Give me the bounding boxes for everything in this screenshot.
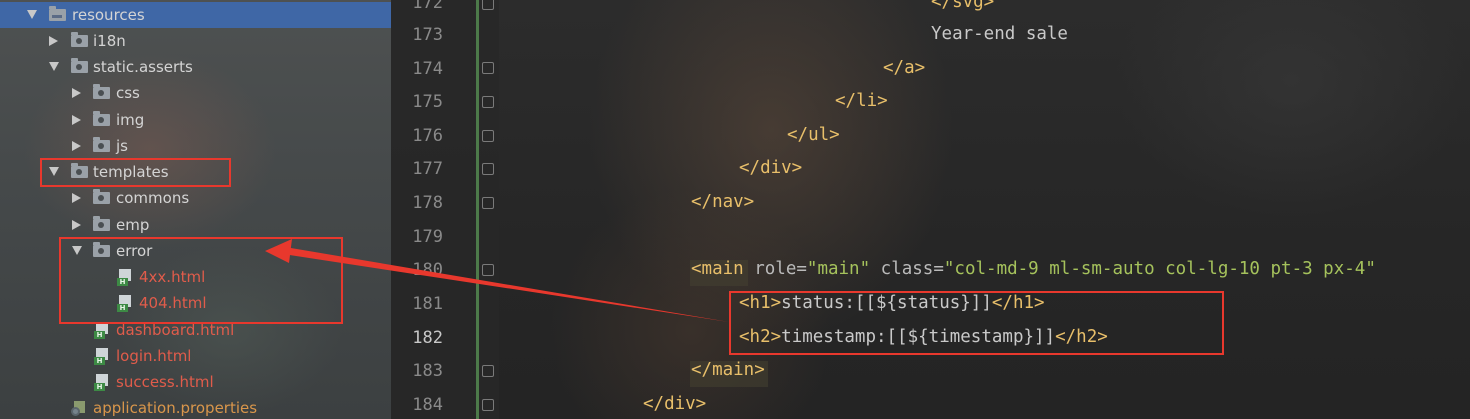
chevron-right-icon[interactable]: [72, 220, 81, 230]
tree-item-js[interactable]: js: [0, 133, 391, 159]
fold-marker-icon[interactable]: [482, 0, 494, 10]
code-line-172: </svg>: [931, 0, 995, 12]
tree-item-label: static.asserts: [93, 58, 193, 76]
tree-item-css[interactable]: css: [0, 80, 391, 106]
fold-marker-icon[interactable]: [482, 197, 494, 209]
attr-class-value: "col-md-9 ml-sm-auto col-lg-10 pt-3 px-4…: [943, 259, 1376, 279]
fold-marker-icon[interactable]: [482, 96, 494, 108]
properties-file-icon: [71, 401, 87, 416]
tree-item-static-asserts[interactable]: static.asserts: [0, 54, 391, 80]
line-number: 174: [412, 59, 443, 79]
code-line-177: </div>: [739, 158, 803, 178]
code-line-176: </ul>: [787, 125, 840, 145]
code-line-183: </main>: [691, 360, 765, 380]
fold-marker-icon[interactable]: [482, 365, 494, 377]
folder-icon: [71, 32, 88, 47]
tree-item-label: application.properties: [93, 399, 258, 417]
tree-item-success-html[interactable]: H success.html: [0, 369, 391, 395]
line-number: 175: [412, 92, 443, 112]
tree-item-label: i18n: [93, 32, 126, 50]
tree-item-emp[interactable]: emp: [0, 212, 391, 238]
code-line-178: </nav>: [691, 192, 755, 212]
annotation-box-templates: [40, 158, 231, 187]
fold-marker-icon[interactable]: [482, 130, 494, 142]
html-file-icon: H: [94, 374, 110, 391]
line-number: 180: [412, 260, 443, 280]
code-line-175: </li>: [835, 91, 888, 111]
folder-icon: [93, 216, 110, 231]
tree-item-commons[interactable]: commons: [0, 185, 391, 211]
resources-folder-icon: [49, 6, 66, 21]
tree-item-label: success.html: [116, 373, 214, 391]
tree-item-label: commons: [116, 189, 190, 207]
chevron-right-icon[interactable]: [72, 115, 81, 125]
code-line-174: </a>: [883, 58, 926, 78]
fold-marker-icon[interactable]: [482, 264, 494, 276]
chevron-right-icon[interactable]: [72, 88, 81, 98]
tree-item-label: css: [116, 84, 140, 102]
folder-icon: [93, 189, 110, 204]
folder-icon: [93, 84, 110, 99]
chevron-right-icon[interactable]: [72, 193, 81, 203]
attr-role: role=: [743, 259, 807, 279]
line-number: 176: [412, 126, 443, 146]
code-editor[interactable]: 172 173 174 175 176 177 178 179 180 181 …: [391, 0, 1470, 419]
chevron-right-icon[interactable]: [72, 141, 81, 151]
folder-icon: [93, 137, 110, 152]
fold-marker-icon[interactable]: [482, 163, 494, 175]
line-number: 178: [412, 193, 443, 213]
line-number-current: 182: [412, 328, 443, 348]
tree-item-label: img: [116, 111, 145, 129]
tree-item-login-html[interactable]: H login.html: [0, 343, 391, 369]
line-number: 181: [412, 294, 443, 314]
chevron-down-icon[interactable]: [27, 10, 37, 19]
code-line-173: Year-end sale: [931, 24, 1068, 44]
attr-class: class=: [870, 259, 944, 279]
fold-marker-icon[interactable]: [482, 62, 494, 74]
tree-item-img[interactable]: img: [0, 107, 391, 133]
tree-item-label: emp: [116, 216, 150, 234]
attr-role-value: "main": [806, 259, 871, 279]
folder-icon: [71, 58, 88, 73]
line-number: 172: [412, 0, 443, 13]
line-number: 179: [412, 227, 443, 247]
html-file-icon: H: [94, 348, 110, 365]
tree-item-i18n[interactable]: i18n: [0, 28, 391, 54]
code-line-184: </div>: [643, 394, 707, 414]
line-number: 177: [412, 159, 443, 179]
tree-item-label: login.html: [116, 347, 192, 365]
folder-icon: [93, 111, 110, 126]
fold-marker-icon[interactable]: [482, 399, 494, 411]
tag-main-open: <main: [691, 259, 744, 279]
line-number: 173: [412, 25, 443, 45]
vcs-change-bar: [476, 0, 479, 419]
chevron-down-icon[interactable]: [49, 62, 59, 71]
annotation-box-error-folder: [59, 237, 343, 324]
html-file-icon: H: [94, 322, 110, 339]
tree-item-application-properties[interactable]: application.properties: [0, 395, 391, 419]
chevron-right-icon[interactable]: [49, 36, 58, 46]
line-number: 184: [412, 395, 443, 415]
tree-item-resources[interactable]: resources: [0, 2, 391, 28]
annotation-box-code: [729, 291, 1224, 355]
project-tree: resources i18n static.asserts css img js…: [0, 0, 391, 419]
tree-item-label: js: [116, 137, 128, 155]
line-number: 183: [412, 361, 443, 381]
tree-item-label: resources: [72, 6, 145, 24]
code-line-180: <main role="main" class="col-md-9 ml-sm-…: [691, 259, 1376, 279]
